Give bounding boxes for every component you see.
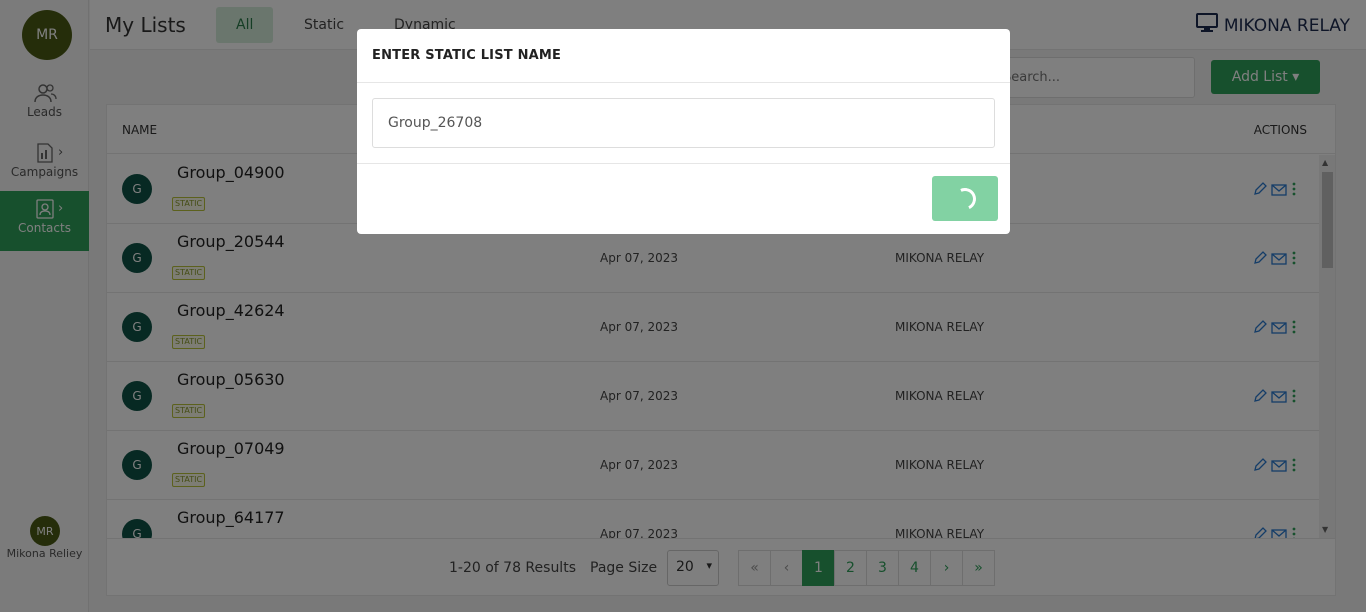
modal-title: ENTER STATIC LIST NAME [372, 48, 562, 63]
submit-button[interactable] [932, 176, 998, 221]
divider [357, 163, 1010, 164]
loading-spinner-icon [950, 184, 980, 213]
list-name-input[interactable] [372, 98, 995, 148]
static-list-modal: ENTER STATIC LIST NAME [357, 29, 1010, 234]
divider [357, 82, 1010, 83]
